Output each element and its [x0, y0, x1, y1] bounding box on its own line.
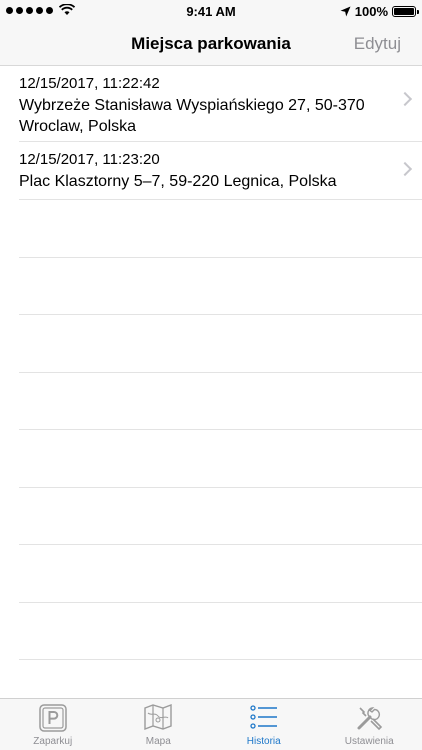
tab-ustawienia[interactable]: Ustawienia: [317, 699, 422, 750]
chevron-right-icon: [397, 161, 413, 177]
tab-mapa[interactable]: Mapa: [106, 699, 212, 750]
empty-row-separator: [19, 315, 422, 373]
empty-row-separator: [19, 603, 422, 660]
history-date: 12/15/2017, 11:23:20: [19, 151, 160, 168]
battery-icon: [392, 6, 419, 17]
parking-history-list: 12/15/2017, 11:22:42 Wybrzeże Stanisława…: [0, 66, 422, 660]
history-address: Plac Klasztorny 5–7, 59-220 Legnica, Pol…: [19, 173, 337, 190]
tab-zaparkuj[interactable]: Zaparkuj: [0, 699, 106, 750]
status-bar: 9:41 AM 100%: [0, 0, 422, 22]
list-icon: [250, 705, 277, 729]
empty-row-separator: [19, 373, 422, 430]
history-date: 12/15/2017, 11:22:42: [19, 75, 160, 92]
empty-row-separator: [19, 200, 422, 258]
history-row[interactable]: 12/15/2017, 11:22:42 Wybrzeże Stanisława…: [19, 66, 422, 142]
location-arrow-icon: [340, 6, 351, 17]
chevron-right-icon: [397, 91, 413, 107]
tab-label: Ustawienia: [344, 736, 394, 747]
tools-icon: [357, 707, 383, 731]
edit-button[interactable]: Edytuj: [354, 34, 401, 54]
empty-row-separator: [19, 545, 422, 603]
empty-row-separator: [19, 488, 422, 545]
battery-percentage: 100%: [354, 4, 388, 19]
tab-label: Historia: [246, 736, 281, 747]
tab-bar: Zaparkuj Mapa Historia Ustawienia: [0, 698, 422, 750]
tab-historia[interactable]: Historia: [211, 699, 317, 750]
navigation-bar: Miejsca parkowania Edytuj: [0, 22, 422, 66]
empty-row-separator: [19, 258, 422, 315]
tab-label: Mapa: [145, 736, 171, 747]
parking-icon: [39, 704, 67, 732]
empty-row-separator: [19, 430, 422, 488]
history-row[interactable]: 12/15/2017, 11:23:20 Plac Klasztorny 5–7…: [19, 142, 422, 200]
map-icon: [144, 704, 172, 730]
history-address: Wybrzeże Stanisława Wyspiańskiego 27, 50…: [19, 97, 365, 135]
tab-label: Zaparkuj: [33, 736, 73, 747]
